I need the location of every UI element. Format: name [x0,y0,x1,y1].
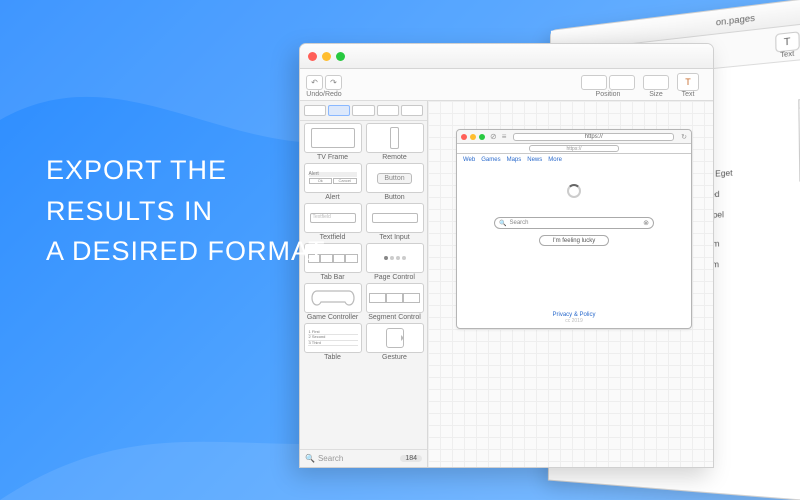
lib-tab[interactable] [328,105,350,116]
lib-tab[interactable] [377,105,399,116]
lib-item-segment-control[interactable]: Segment Control [365,283,424,321]
hero-headline: EXPORT THE RESULTS IN A DESIRED FORMAT [46,150,326,272]
library-count-badge: 184 [400,455,422,462]
lib-item-text-input[interactable]: Text Input [365,203,424,241]
search-icon: 🔍 [305,454,315,463]
tb-position: Position [581,75,635,98]
hero-line: A DESIRED FORMAT [46,231,326,272]
pos-y-field[interactable] [609,75,635,90]
address-bar[interactable]: https:// [513,133,674,141]
back-icon: ⊘ [490,132,497,141]
pos-x-field[interactable] [581,75,607,90]
lib-item-page-control[interactable]: Page Control [365,243,424,281]
lib-tab[interactable] [304,105,326,116]
size-w-field[interactable] [643,75,669,90]
lucky-button[interactable]: I'm feeling lucky [539,235,609,246]
nav-links: Web Games Maps News More [457,154,691,166]
zoom-icon [479,134,485,140]
editor-window: ↶ ↷ Undo/Redo Position Size T Text [299,43,714,468]
hero-line: RESULTS IN [46,191,326,232]
mock-browser-wireframe[interactable]: ⊘ ≡ https:// ↻ https:// Web Games Maps N… [456,129,692,329]
close-icon [461,134,467,140]
lib-item-remote[interactable]: Remote [365,123,424,161]
tb-size: Size [643,75,669,98]
nav-link[interactable]: More [548,157,562,163]
mock-search-field[interactable]: 🔍 Search ⊗ [494,217,654,229]
lib-item-game-controller[interactable]: Game Controller [303,283,362,321]
lib-item-table[interactable]: 1 First2 Second3 ThirdTable [303,323,362,361]
pages-title: on.pages [716,12,755,27]
editor-toolbar: ↶ ↷ Undo/Redo Position Size T Text [300,69,713,101]
tb-undo-redo: ↶ ↷ Undo/Redo [306,75,342,98]
library-search[interactable]: 🔍 Search 184 [300,449,427,467]
undo-button[interactable]: ↶ [306,75,323,90]
redo-button[interactable]: ↷ [325,75,342,90]
tb-text[interactable]: T Text [677,73,699,98]
nav-link[interactable]: Games [481,157,500,163]
hero-line: EXPORT THE [46,150,326,191]
lib-item-gesture[interactable]: Gesture [365,323,424,361]
minimize-icon[interactable] [322,52,331,61]
zoom-icon[interactable] [336,52,345,61]
search-icon: 🔍 [499,220,506,227]
lib-tab[interactable] [401,105,423,116]
close-icon[interactable] [308,52,317,61]
canvas[interactable]: ⊘ ≡ https:// ↻ https:// Web Games Maps N… [428,101,713,467]
copyright: cc 2019 [457,318,691,324]
forward-icon: ≡ [502,132,507,141]
reload-icon: ↻ [681,133,687,141]
editor-titlebar[interactable] [300,44,713,69]
pages-tb-text[interactable]: TText [775,31,800,59]
spinner-icon [567,184,581,198]
lib-tab[interactable] [352,105,374,116]
minimize-icon [470,134,476,140]
nav-link[interactable]: Web [463,157,475,163]
address-bar-secondary[interactable]: https:// [529,145,619,152]
nav-link[interactable]: News [527,157,542,163]
library-category-tabs[interactable] [300,101,427,121]
nav-link[interactable]: Maps [507,157,522,163]
clear-icon[interactable]: ⊗ [643,219,649,227]
lib-item-button[interactable]: ButtonButton [365,163,424,201]
